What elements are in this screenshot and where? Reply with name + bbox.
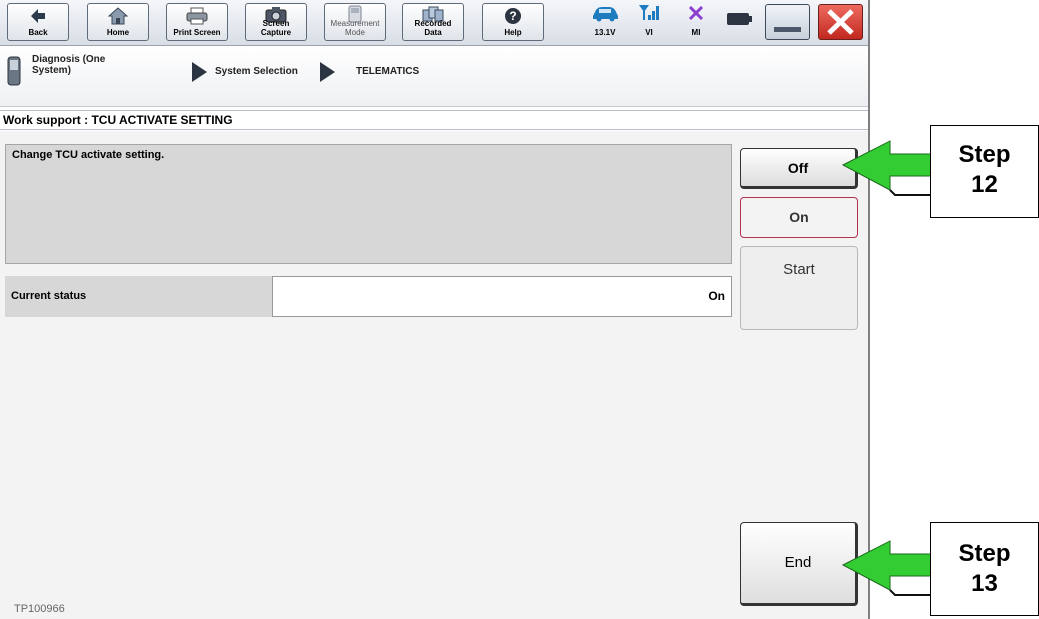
home-button[interactable]: Home: [87, 3, 149, 41]
minimize-button[interactable]: [765, 4, 810, 40]
step-13-callout: Step 13: [930, 522, 1039, 616]
print-screen-label: Print Screen: [173, 28, 221, 37]
description-box: Change TCU activate setting.: [5, 144, 732, 264]
signal-icon: [638, 5, 660, 26]
breadcrumb-diagnosis[interactable]: Diagnosis (One System): [32, 54, 122, 76]
step-13-arrow-icon: [841, 540, 940, 596]
minimize-icon: [774, 27, 801, 32]
mi-label: MI: [691, 28, 701, 37]
measurement-mode-label: Measurement Mode: [330, 19, 380, 37]
back-button[interactable]: Back: [7, 3, 69, 41]
figure-code: TP100966: [14, 603, 65, 615]
battery-voltage-indicator: 13.1V: [587, 4, 623, 37]
back-arrow-icon: [8, 7, 68, 25]
current-status-label: Current status: [5, 276, 272, 317]
recorded-data-button[interactable]: Recorded Data: [402, 3, 464, 41]
measurement-mode-button[interactable]: Measurement Mode: [324, 3, 386, 41]
screen-capture-label: Screen Capture: [260, 19, 292, 37]
breadcrumb-band: [0, 46, 868, 107]
step-12-arrow-icon: [841, 140, 940, 196]
svg-text:?: ?: [509, 9, 516, 23]
voltage-label: 13.1V: [594, 28, 616, 37]
home-label: Home: [106, 28, 130, 37]
disconnected-x-icon: [687, 5, 705, 26]
page-title: Work support : TCU ACTIVATE SETTING: [0, 110, 868, 130]
breadcrumb-separator-icon: [320, 62, 335, 82]
vi-label: VI: [645, 28, 653, 37]
back-label: Back: [28, 28, 48, 37]
vi-indicator: VI: [636, 4, 662, 37]
start-button[interactable]: Start: [740, 246, 858, 330]
printer-icon: [167, 7, 227, 25]
home-icon: [88, 7, 148, 25]
diagnosis-device-icon: [7, 56, 21, 91]
breadcrumb: Diagnosis (One System) System Selection …: [0, 46, 868, 108]
help-button[interactable]: ? Help: [482, 3, 544, 41]
consult-screen: Back Home Print Screen Screen Capture Me…: [0, 0, 870, 619]
battery-icon: [727, 12, 753, 31]
current-status-value: On: [272, 276, 732, 317]
close-icon: [827, 9, 854, 35]
step-12-callout: Step 12: [930, 125, 1039, 218]
recorded-data-label: Recorded Data: [414, 19, 452, 37]
breadcrumb-separator-icon: [192, 62, 207, 82]
print-screen-button[interactable]: Print Screen: [166, 3, 228, 41]
screen-capture-button[interactable]: Screen Capture: [245, 3, 307, 41]
close-button[interactable]: [818, 4, 863, 40]
work-support-panel: Change TCU activate setting. Current sta…: [0, 131, 868, 619]
breadcrumb-telematics: TELEMATICS: [356, 66, 420, 77]
help-icon: ?: [483, 7, 543, 25]
breadcrumb-system-selection[interactable]: System Selection: [215, 66, 298, 77]
mi-indicator: MI: [683, 4, 709, 37]
car-icon: [590, 7, 620, 26]
help-label: Help: [504, 28, 522, 37]
toolbar: Back Home Print Screen Screen Capture Me…: [0, 0, 868, 46]
